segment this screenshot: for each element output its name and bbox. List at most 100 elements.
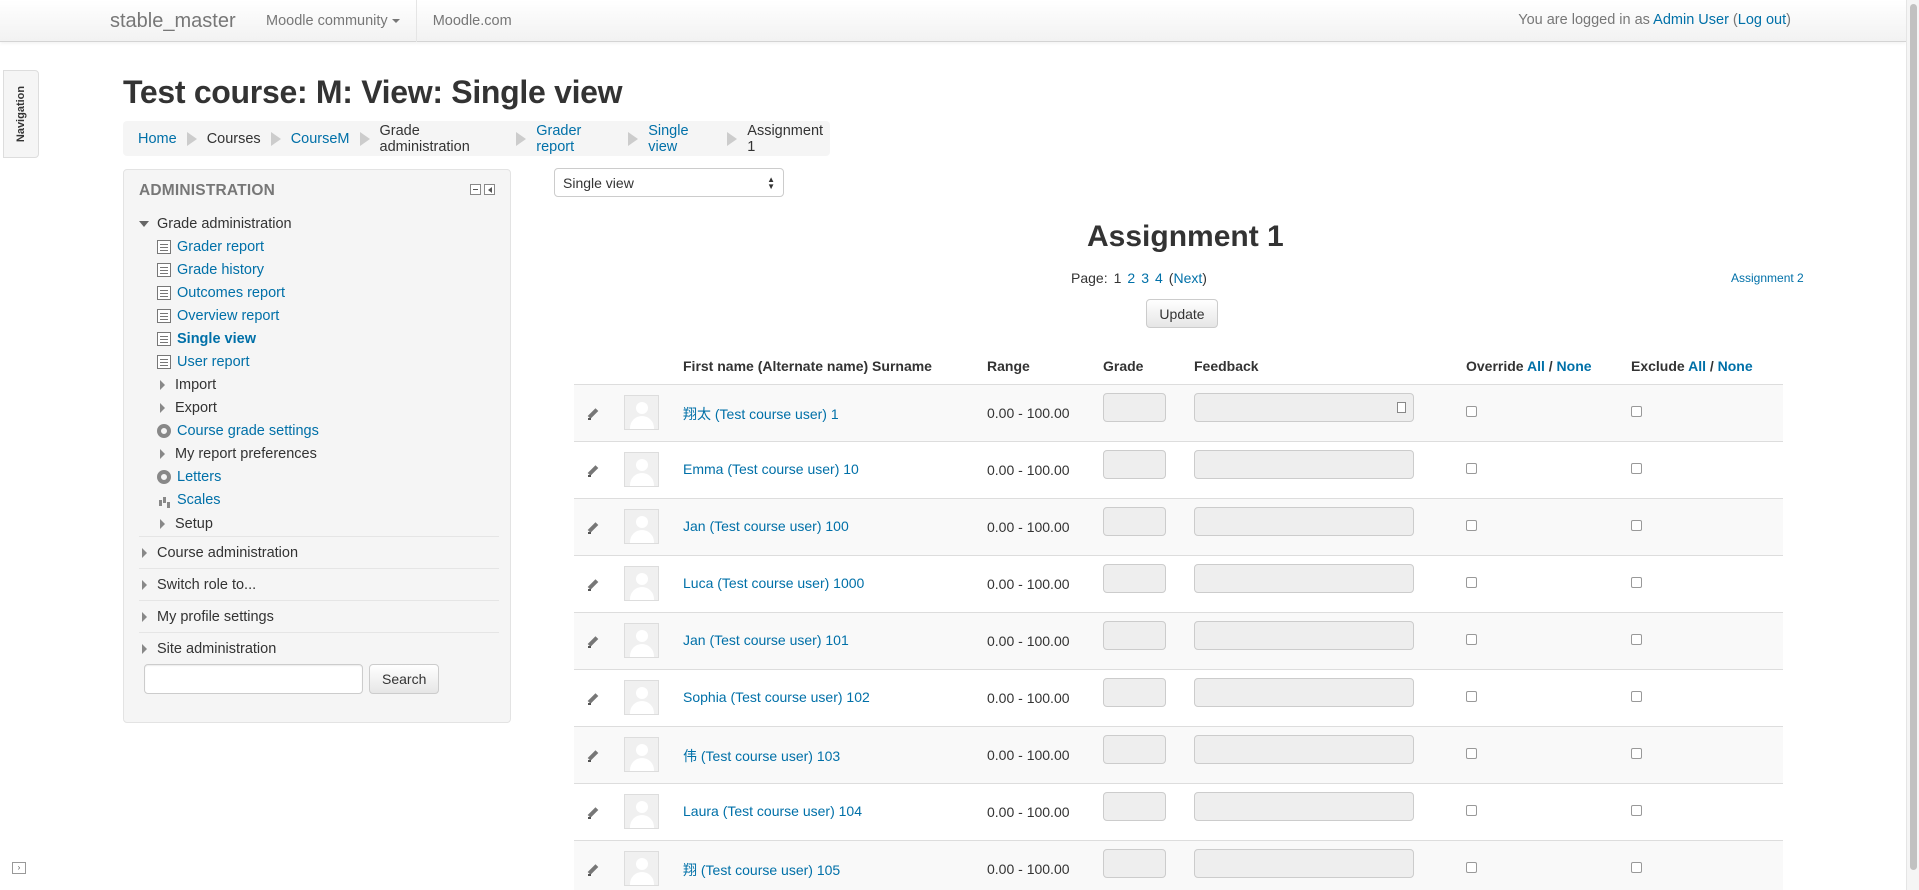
exclude-none-link[interactable]: None (1718, 358, 1753, 374)
tree-switch-role[interactable]: Switch role to... (139, 569, 499, 601)
next-grade-item-link[interactable]: Assignment 2 (1731, 271, 1804, 285)
breadcrumb-coursem[interactable]: CourseM (291, 131, 350, 147)
grade-input[interactable] (1103, 792, 1166, 821)
page-link-3[interactable]: 3 (1141, 270, 1149, 286)
tree-site-administration[interactable]: Site administration (139, 633, 499, 665)
report-view-select[interactable]: Single view ▲ ▼ (554, 168, 784, 197)
update-button[interactable]: Update (1146, 299, 1218, 328)
tree-link[interactable]: User report (177, 354, 250, 370)
resize-handle-icon[interactable] (1397, 402, 1406, 413)
grade-input[interactable] (1103, 393, 1166, 422)
edit-pencil-icon[interactable] (586, 692, 600, 706)
logout-link[interactable]: Log out (1738, 12, 1786, 28)
tree-item-my-report-preferences[interactable]: My report preferences (139, 442, 499, 465)
user-name-link[interactable]: Laura (Test course user) 104 (683, 803, 862, 819)
tree-link[interactable]: Outcomes report (177, 285, 285, 301)
breadcrumb-home[interactable]: Home (138, 131, 177, 147)
tree-item-grader-report[interactable]: Grader report (139, 235, 499, 258)
override-checkbox[interactable] (1466, 748, 1477, 759)
scrollbar-thumb[interactable] (1910, 4, 1917, 870)
tree-item-letters[interactable]: Letters (139, 465, 499, 488)
tree-link[interactable]: Letters (177, 469, 221, 485)
override-checkbox[interactable] (1466, 577, 1477, 588)
tree-link[interactable]: Overview report (177, 308, 279, 324)
avatar[interactable] (624, 623, 659, 658)
override-checkbox[interactable] (1466, 691, 1477, 702)
page-link-4[interactable]: 4 (1155, 270, 1163, 286)
feedback-input[interactable] (1194, 393, 1414, 422)
edit-pencil-icon[interactable] (586, 863, 600, 877)
tree-item-scales[interactable]: Scales (139, 488, 499, 511)
exclude-checkbox[interactable] (1631, 463, 1642, 474)
page-scrollbar[interactable] (1906, 0, 1919, 890)
tree-item-export[interactable]: Export (139, 396, 499, 419)
edit-pencil-icon[interactable] (586, 521, 600, 535)
exclude-checkbox[interactable] (1631, 577, 1642, 588)
user-name-link[interactable]: Emma (Test course user) 10 (683, 461, 859, 477)
feedback-input[interactable] (1194, 735, 1414, 764)
avatar[interactable] (624, 794, 659, 829)
site-brand[interactable]: stable_master (110, 10, 236, 33)
tree-item-setup[interactable]: Setup (139, 511, 499, 537)
override-none-link[interactable]: None (1557, 358, 1592, 374)
navigation-dock-tab[interactable]: Navigation (3, 70, 39, 158)
breadcrumb-grader-report[interactable]: Grader report (536, 123, 618, 155)
tree-link[interactable]: Scales (177, 492, 221, 508)
exclude-checkbox[interactable] (1631, 520, 1642, 531)
feedback-input[interactable] (1194, 792, 1414, 821)
feedback-input[interactable] (1194, 678, 1414, 707)
tree-link[interactable]: Grader report (177, 239, 264, 255)
exclude-checkbox[interactable] (1631, 634, 1642, 645)
avatar[interactable] (624, 566, 659, 601)
exclude-all-link[interactable]: All (1688, 358, 1706, 374)
user-name-link[interactable]: 翔 (Test course user) 105 (683, 860, 840, 880)
admin-search-button[interactable]: Search (369, 664, 440, 694)
tree-item-import[interactable]: Import (139, 373, 499, 396)
user-name-link[interactable]: Jan (Test course user) 101 (683, 632, 849, 648)
page-next-link[interactable]: Next (1173, 270, 1202, 286)
block-dock-icon[interactable] (484, 184, 495, 195)
tree-item-user-report[interactable]: User report (139, 350, 499, 373)
exclude-checkbox[interactable] (1631, 805, 1642, 816)
avatar[interactable] (624, 737, 659, 772)
grade-input[interactable] (1103, 507, 1166, 536)
avatar[interactable] (624, 509, 659, 544)
exclude-checkbox[interactable] (1631, 862, 1642, 873)
block-collapse-icon[interactable] (470, 184, 481, 195)
user-name-link[interactable]: Jan (Test course user) 100 (683, 518, 849, 534)
dock-toggle-icon[interactable]: › (12, 862, 26, 874)
edit-pencil-icon[interactable] (586, 464, 600, 478)
override-checkbox[interactable] (1466, 463, 1477, 474)
tree-link-active[interactable]: Single view (177, 331, 256, 347)
tree-item-course-grade-settings[interactable]: Course grade settings (139, 419, 499, 442)
override-checkbox[interactable] (1466, 805, 1477, 816)
avatar[interactable] (624, 851, 659, 886)
feedback-input[interactable] (1194, 507, 1414, 536)
user-profile-link[interactable]: Admin User (1653, 12, 1729, 28)
grade-input[interactable] (1103, 564, 1166, 593)
user-name-link[interactable]: 伟 (Test course user) 103 (683, 746, 840, 766)
user-name-link[interactable]: 翔太 (Test course user) 1 (683, 404, 839, 424)
edit-pencil-icon[interactable] (586, 806, 600, 820)
header-name[interactable]: First name (Alternate name) Surname (683, 358, 932, 374)
tree-item-overview-report[interactable]: Overview report (139, 304, 499, 327)
edit-pencil-icon[interactable] (586, 407, 600, 421)
override-checkbox[interactable] (1466, 520, 1477, 531)
tree-item-grade-history[interactable]: Grade history (139, 258, 499, 281)
grade-input[interactable] (1103, 450, 1166, 479)
tree-item-outcomes-report[interactable]: Outcomes report (139, 281, 499, 304)
tree-item-single-view[interactable]: Single view (139, 327, 499, 350)
menu-moodle-community[interactable]: Moodle community (254, 0, 417, 42)
avatar[interactable] (624, 452, 659, 487)
admin-search-input[interactable] (144, 664, 363, 694)
tree-course-administration[interactable]: Course administration (139, 537, 499, 569)
tree-link[interactable]: Grade history (177, 262, 264, 278)
avatar[interactable] (624, 395, 659, 430)
tree-link[interactable]: Course grade settings (177, 423, 319, 439)
avatar[interactable] (624, 680, 659, 715)
override-all-link[interactable]: All (1527, 358, 1545, 374)
edit-pencil-icon[interactable] (586, 578, 600, 592)
override-checkbox[interactable] (1466, 862, 1477, 873)
feedback-input[interactable] (1194, 621, 1414, 650)
feedback-input[interactable] (1194, 849, 1414, 878)
